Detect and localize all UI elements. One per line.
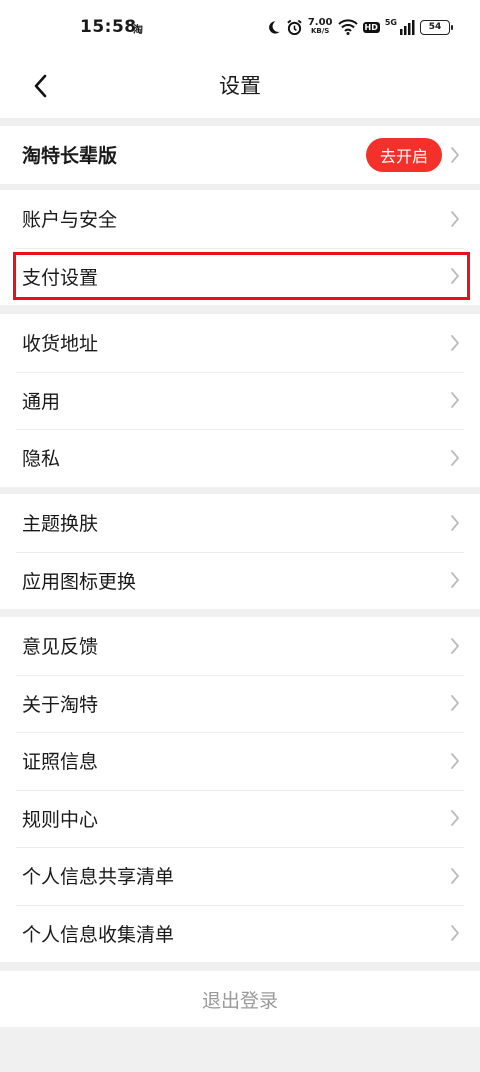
settings-row-rules[interactable]: 规则中心: [0, 789, 480, 848]
chevron-right-icon: [451, 637, 459, 654]
settings-row-account-security[interactable]: 账户与安全: [0, 190, 480, 248]
settings-group-about: 意见反馈 关于淘特 证照信息 规则中心 个人信息共享清单 个人信息收集清单: [0, 617, 480, 962]
navigation-bar: 设置: [0, 56, 480, 118]
row-label: 收货地址: [22, 333, 99, 356]
moon-icon: [268, 20, 280, 34]
chevron-right-icon: [451, 810, 459, 827]
settings-group-elder: 淘特长辈版 去开启: [0, 126, 480, 184]
battery-level: 54: [428, 22, 442, 32]
settings-row-theme[interactable]: 主题换肤: [0, 494, 480, 552]
settings-row-info-sharing[interactable]: 个人信息共享清单: [0, 847, 480, 905]
settings-row-elder-mode[interactable]: 淘特长辈版 去开启: [0, 126, 480, 184]
chevron-right-icon: [451, 334, 459, 351]
taobao-notification-icon: 淘: [133, 25, 143, 36]
status-time: 15:58: [80, 17, 137, 37]
row-label: 隐私: [22, 448, 61, 471]
net-speed-value: 7.00: [307, 17, 333, 28]
row-label: 证照信息: [22, 751, 99, 774]
row-label: 规则中心: [22, 808, 99, 831]
settings-row-general[interactable]: 通用: [0, 371, 480, 430]
chevron-right-icon: [451, 449, 459, 466]
chevron-right-icon: [451, 572, 459, 589]
enable-elder-mode-button[interactable]: 去开启: [366, 137, 442, 172]
chevron-right-icon: [451, 268, 459, 285]
row-label: 个人信息收集清单: [22, 923, 175, 946]
row-label: 账户与安全: [22, 209, 118, 232]
signal-icon: [400, 19, 415, 35]
logout-button[interactable]: 退出登录: [0, 971, 480, 1027]
wifi-icon: [337, 19, 358, 35]
settings-row-feedback[interactable]: 意见反馈: [0, 617, 480, 675]
hd-icon: HD: [362, 21, 380, 33]
settings-row-info-collection[interactable]: 个人信息收集清单: [0, 904, 480, 963]
row-label: 应用图标更换: [22, 570, 137, 593]
settings-row-address[interactable]: 收货地址: [0, 314, 480, 372]
chevron-right-icon: [451, 695, 459, 712]
row-label: 淘特长辈版: [22, 145, 118, 168]
row-label: 支付设置: [22, 266, 99, 289]
settings-row-payment[interactable]: 支付设置: [0, 247, 480, 306]
settings-row-about[interactable]: 关于淘特: [0, 674, 480, 733]
network-type: 5G: [384, 17, 397, 27]
chevron-right-icon: [451, 867, 459, 884]
battery-icon: 54: [420, 19, 453, 35]
settings-row-licenses[interactable]: 证照信息: [0, 732, 480, 790]
row-label: 意见反馈: [22, 636, 99, 659]
page-title: 设置: [219, 74, 261, 98]
row-label: 通用: [22, 390, 61, 413]
status-icons: 7.00 KB/S HD 5G 54: [266, 16, 453, 38]
alarm-icon: [287, 19, 302, 35]
status-bar: 15:58 淘 7.00 KB/S HD 5G 54: [0, 0, 480, 56]
chevron-right-icon: [451, 210, 459, 227]
row-label: 关于淘特: [22, 693, 99, 716]
settings-group-account: 账户与安全 支付设置: [0, 190, 480, 305]
settings-group-general: 收货地址 通用 隐私: [0, 314, 480, 487]
row-label: 个人信息共享清单: [22, 866, 175, 889]
chevron-right-icon: [451, 752, 459, 769]
chevron-right-icon: [451, 925, 459, 942]
net-speed-unit: KB/S: [310, 27, 330, 35]
chevron-right-icon: [451, 514, 459, 531]
settings-row-app-icon[interactable]: 应用图标更换: [0, 551, 480, 610]
settings-group-appearance: 主题换肤 应用图标更换: [0, 494, 480, 609]
row-label: 主题换肤: [22, 513, 99, 536]
logout-label: 退出登录: [201, 989, 278, 1012]
net-speed: 7.00 KB/S: [308, 18, 333, 36]
chevron-right-icon: [451, 392, 459, 409]
settings-row-privacy[interactable]: 隐私: [0, 429, 480, 487]
chevron-right-icon: [451, 146, 459, 163]
